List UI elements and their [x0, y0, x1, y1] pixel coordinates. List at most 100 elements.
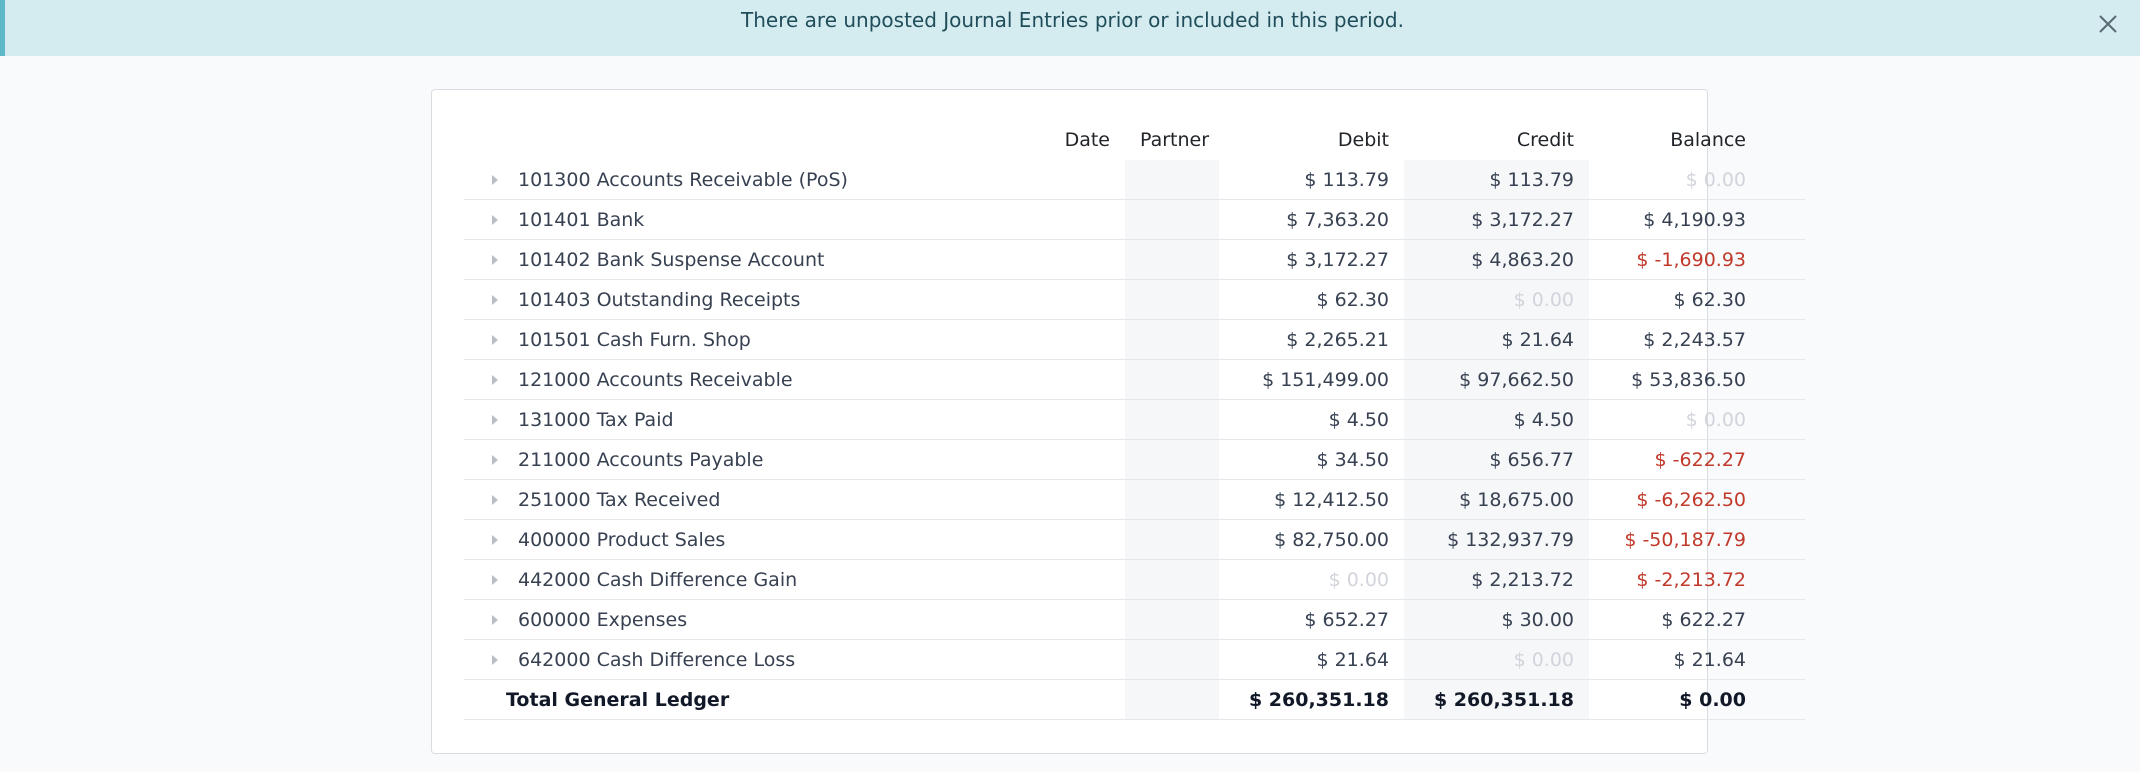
table-row[interactable]: 211000 Accounts Payable $ 34.50 $ 656.77 $ … — [464, 439, 1805, 480]
caret-right-icon[interactable] — [492, 375, 498, 385]
caret-right-icon[interactable] — [492, 615, 498, 625]
partner-cell — [1125, 319, 1219, 360]
account-cell[interactable]: 211000 Accounts Payable — [464, 439, 1015, 480]
debit-cell: $ 2,265.21 — [1219, 319, 1404, 360]
caret-right-icon[interactable] — [492, 335, 498, 345]
account-cell[interactable]: 600000 Expenses — [464, 599, 1015, 640]
balance-cell: $ 21.64 — [1589, 639, 1761, 680]
balance-cell: $ -2,213.72 — [1589, 559, 1761, 600]
table-row[interactable]: 442000 Cash Difference Gain $ 0.00 $ 2,213… — [464, 559, 1805, 600]
partner-cell — [1125, 439, 1219, 480]
account-name[interactable]: 131000 Tax Paid — [518, 409, 674, 431]
date-cell — [1015, 359, 1125, 400]
balance-cell: $ 62.30 — [1589, 279, 1761, 320]
balance-cell: $ 2,243.57 — [1589, 319, 1761, 360]
account-cell[interactable]: 442000 Cash Difference Gain — [464, 559, 1015, 600]
caret-right-icon[interactable] — [492, 415, 498, 425]
caret-right-icon[interactable] — [492, 455, 498, 465]
account-name[interactable]: 642000 Cash Difference Loss — [518, 649, 795, 671]
account-cell[interactable]: 101403 Outstanding Receipts — [464, 279, 1015, 320]
header-credit[interactable]: Credit — [1404, 120, 1589, 160]
credit-cell: $ 0.00 — [1404, 639, 1589, 680]
account-name[interactable]: 211000 Accounts Payable — [518, 449, 763, 471]
table-row[interactable]: 101402 Bank Suspense Account $ 3,172.27 $ … — [464, 239, 1805, 280]
close-icon[interactable] — [2090, 6, 2126, 42]
credit-cell: $ 30.00 — [1404, 599, 1589, 640]
credit-cell: $ 4.50 — [1404, 399, 1589, 440]
caret-right-icon[interactable] — [492, 495, 498, 505]
header-debit[interactable]: Debit — [1219, 120, 1404, 160]
account-name[interactable]: 101402 Bank Suspense Account — [518, 249, 824, 271]
account-name[interactable]: 101501 Cash Furn. Shop — [518, 329, 751, 351]
caret-right-icon[interactable] — [492, 655, 498, 665]
date-cell — [1015, 519, 1125, 560]
partner-cell — [1125, 399, 1219, 440]
balance-cell: $ -6,262.50 — [1589, 479, 1761, 520]
balance-cell: $ -50,187.79 — [1589, 519, 1761, 560]
date-cell — [1015, 319, 1125, 360]
account-cell[interactable]: 131000 Tax Paid — [464, 399, 1015, 440]
caret-right-icon[interactable] — [492, 215, 498, 225]
table-row[interactable]: 101501 Cash Furn. Shop $ 2,265.21 $ 21.64 $… — [464, 319, 1805, 360]
balance-cell: $ 4,190.93 — [1589, 199, 1761, 240]
account-cell[interactable]: 101401 Bank — [464, 199, 1015, 240]
account-cell[interactable]: 101501 Cash Furn. Shop — [464, 319, 1015, 360]
credit-cell: $ 2,213.72 — [1404, 559, 1589, 600]
table-row[interactable]: 251000 Tax Received $ 12,412.50 $ 18,675.0… — [464, 479, 1805, 520]
partner-cell — [1125, 559, 1219, 600]
date-cell — [1015, 599, 1125, 640]
debit-cell: $ 34.50 — [1219, 439, 1404, 480]
table-row[interactable]: 600000 Expenses $ 652.27 $ 30.00 $ 622.27 — [464, 599, 1805, 640]
table-row[interactable]: 131000 Tax Paid $ 4.50 $ 4.50 $ 0.00 — [464, 399, 1805, 440]
unposted-entries-alert: There are unposted Journal Entries prior… — [0, 0, 2140, 56]
balance-cell: $ 0.00 — [1685, 168, 1746, 191]
caret-right-icon[interactable] — [492, 255, 498, 265]
partner-cell — [1125, 279, 1219, 320]
account-cell[interactable]: 101402 Bank Suspense Account — [464, 239, 1015, 280]
partner-cell — [1125, 519, 1219, 560]
header-partner[interactable]: Partner — [1125, 120, 1219, 160]
account-name[interactable]: 121000 Accounts Receivable — [518, 369, 793, 391]
credit-cell: $ 0.00 — [1404, 279, 1589, 320]
general-ledger-card: Date Partner Debit Credit Balance 101300… — [431, 89, 1805, 754]
credit-cell: $ 656.77 — [1404, 439, 1589, 480]
account-cell[interactable]: 101300 Accounts Receivable (PoS) — [464, 160, 1015, 200]
account-name[interactable]: 600000 Expenses — [518, 609, 687, 631]
partner-cell — [1125, 160, 1219, 200]
account-name[interactable]: 101300 Accounts Receivable (PoS) — [518, 169, 848, 191]
table-row[interactable]: 642000 Cash Difference Loss $ 21.64 $ 0.00… — [464, 639, 1805, 680]
account-name[interactable]: 442000 Cash Difference Gain — [518, 569, 797, 591]
date-cell — [1015, 479, 1125, 520]
table-row[interactable]: 101403 Outstanding Receipts $ 62.30 $ 0.00… — [464, 279, 1805, 320]
partner-cell — [1125, 199, 1219, 240]
account-name[interactable]: 400000 Product Sales — [518, 529, 725, 551]
date-cell — [1015, 160, 1125, 200]
credit-cell: $ 21.64 — [1404, 319, 1589, 360]
debit-cell: $ 652.27 — [1219, 599, 1404, 640]
table-row[interactable]: 400000 Product Sales $ 82,750.00 $ 132,937… — [464, 519, 1805, 560]
debit-cell: $ 21.64 — [1219, 639, 1404, 680]
caret-right-icon[interactable] — [492, 535, 498, 545]
table-row[interactable]: 101401 Bank $ 7,363.20 $ 3,172.27 $ 4,190.9… — [464, 199, 1805, 240]
header-balance[interactable]: Balance — [1589, 120, 1761, 160]
table-row[interactable]: 101300 Accounts Receivable (PoS) $ 113.79… — [464, 160, 1805, 200]
table-row[interactable]: 121000 Accounts Receivable $ 151,499.00 $ … — [464, 359, 1805, 400]
debit-cell: $ 113.79 — [1304, 168, 1389, 191]
account-cell[interactable]: 251000 Tax Received — [464, 479, 1015, 520]
caret-right-icon[interactable] — [492, 175, 498, 185]
date-cell — [1015, 239, 1125, 280]
account-name[interactable]: 251000 Tax Received — [518, 489, 720, 511]
account-name[interactable]: 101401 Bank — [518, 209, 644, 231]
debit-cell: $ 0.00 — [1219, 559, 1404, 600]
total-balance: $ 0.00 — [1589, 679, 1761, 720]
total-row: Total General Ledger $ 260,351.18 $ 260,35… — [464, 679, 1805, 720]
account-cell[interactable]: 400000 Product Sales — [464, 519, 1015, 560]
caret-right-icon[interactable] — [492, 295, 498, 305]
account-cell[interactable]: 121000 Accounts Receivable — [464, 359, 1015, 400]
total-debit: $ 260,351.18 — [1219, 679, 1404, 720]
account-cell[interactable]: 642000 Cash Difference Loss — [464, 639, 1015, 680]
account-name[interactable]: 101403 Outstanding Receipts — [518, 289, 800, 311]
date-cell — [1015, 279, 1125, 320]
header-date[interactable]: Date — [1015, 120, 1125, 160]
caret-right-icon[interactable] — [492, 575, 498, 585]
